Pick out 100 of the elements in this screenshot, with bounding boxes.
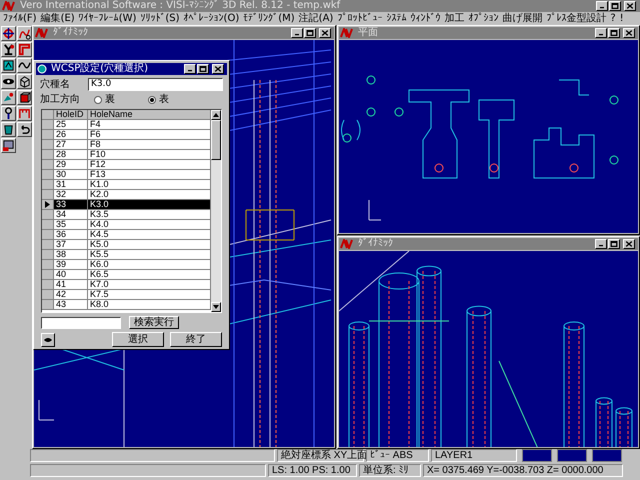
scrollbar[interactable] (211, 110, 221, 312)
close-button[interactable] (319, 28, 331, 38)
table-cell[interactable]: F10 (88, 150, 211, 160)
column-header[interactable]: HoleName (88, 110, 211, 120)
row-header[interactable] (42, 200, 54, 210)
column-header[interactable]: HoleID (54, 110, 88, 120)
dialog-button[interactable]: 選択 (112, 332, 164, 347)
menu-item[interactable]: ｵﾍﾟﾚｰｼｮﾝ(O) (184, 14, 240, 24)
table-cell[interactable]: K3.5 (88, 210, 211, 220)
box-icon (18, 91, 31, 104)
menu-item[interactable]: ﾌﾟﾛｯﾄﾋﾞｭｰ (337, 14, 382, 24)
table-cell[interactable]: 30 (54, 170, 88, 180)
table-cell[interactable]: 25 (54, 120, 88, 130)
maximize-button[interactable] (609, 1, 621, 11)
table-cell[interactable]: 42 (54, 290, 88, 300)
table-cell[interactable]: F8 (88, 140, 211, 150)
table-cell[interactable]: K2.0 (88, 190, 211, 200)
search-button[interactable]: 検索実行 (129, 316, 179, 329)
close-button[interactable] (212, 64, 224, 74)
maximize-button[interactable] (304, 28, 316, 38)
tool-button[interactable] (17, 42, 32, 57)
minimize-button[interactable] (184, 64, 196, 74)
table-cell[interactable]: K3.0 (88, 200, 211, 210)
table-cell[interactable]: 40 (54, 270, 88, 280)
table-cell[interactable]: 35 (54, 220, 88, 230)
table-cell[interactable]: 31 (54, 180, 88, 190)
menu-item[interactable]: ? (610, 14, 616, 24)
maximize-button[interactable] (608, 28, 620, 38)
menu-item[interactable]: 注記(A) (298, 14, 334, 24)
table-cell[interactable]: 39 (54, 260, 88, 270)
menu-item[interactable]: ﾓﾃﾞﾘﾝｸﾞ(M) (243, 14, 295, 24)
tool-button[interactable] (1, 26, 16, 41)
table-cell[interactable]: 37 (54, 240, 88, 250)
view-title: 平面 (358, 28, 378, 38)
table-cell[interactable]: 43 (54, 300, 88, 310)
table-cell[interactable]: K1.0 (88, 180, 211, 190)
table-cell[interactable]: F12 (88, 160, 211, 170)
menu-item[interactable]: ﾌｧｲﾙ(F) (3, 14, 37, 24)
table-cell[interactable]: 27 (54, 140, 88, 150)
table-cell[interactable]: K7.5 (88, 290, 211, 300)
table-cell[interactable]: 34 (54, 210, 88, 220)
table-cell[interactable]: K8.0 (88, 300, 211, 310)
menu-item[interactable]: ﾌﾟﾚｽ金型設計 (546, 14, 606, 24)
menu-item[interactable]: ｵﾌﾟｼｮﾝ (468, 14, 498, 24)
hole-type-field[interactable]: K3.0 (88, 78, 223, 91)
circle-icon (37, 64, 47, 74)
menu-item[interactable]: ｳｨﾝﾄﾞｳ (410, 14, 440, 24)
menu-item[interactable]: ! (620, 14, 624, 24)
radio-button[interactable]: 表 (148, 95, 188, 105)
eye-icon (43, 336, 53, 344)
table-cell[interactable]: K4.0 (88, 220, 211, 230)
radio-button[interactable]: 裏 (94, 95, 134, 105)
menu-item[interactable]: ｿﾘｯﾄﾞ(S) (140, 14, 180, 24)
table-cell[interactable]: K5.0 (88, 240, 211, 250)
minimize-button[interactable] (596, 1, 608, 11)
close-icon (625, 2, 635, 10)
icon-button[interactable] (41, 332, 55, 346)
search-field[interactable] (41, 316, 121, 328)
screen-icon (2, 139, 15, 152)
table-cell[interactable]: 32 (54, 190, 88, 200)
logo-icon (340, 239, 354, 249)
table-cell[interactable]: 33 (54, 200, 88, 210)
table-cell[interactable]: F4 (88, 120, 211, 130)
table-cell[interactable]: 38 (54, 250, 88, 260)
table-cell[interactable]: K7.0 (88, 280, 211, 290)
table-cell[interactable]: 28 (54, 150, 88, 160)
close-icon (213, 65, 223, 73)
menu-item[interactable]: 編集(E) (40, 14, 75, 24)
menu-item[interactable]: ﾜｲﾔｰﾌﾚｰﾑ(W) (78, 14, 136, 24)
table-cell[interactable]: K4.5 (88, 230, 211, 240)
minimize-button[interactable] (291, 28, 303, 38)
table-cell[interactable]: K6.0 (88, 260, 211, 270)
status-text: 絶対座標系 XY上面 (277, 449, 364, 462)
status-indicator (557, 449, 587, 462)
maximize-icon (305, 29, 315, 37)
minimize-button[interactable] (595, 28, 607, 38)
dialog-button[interactable]: 終了 (170, 332, 222, 347)
minimize-button[interactable] (595, 239, 607, 249)
close-button[interactable] (624, 1, 636, 11)
table-cell[interactable]: F6 (88, 130, 211, 140)
close-icon (624, 29, 634, 37)
status-text: X= 0375.469 Y=-0038.703 Z= 0000.000 (423, 464, 623, 477)
table-cell[interactable]: 26 (54, 130, 88, 140)
table-cell[interactable]: 36 (54, 230, 88, 240)
scrollbar-thumb[interactable] (211, 120, 221, 160)
menu-item[interactable]: 加工 (444, 14, 464, 24)
table-cell[interactable]: K5.5 (88, 250, 211, 260)
close-button[interactable] (623, 239, 635, 249)
table-cell[interactable]: F13 (88, 170, 211, 180)
curve-icon (18, 27, 31, 40)
maximize-button[interactable] (608, 239, 620, 249)
table-cell[interactable]: 41 (54, 280, 88, 290)
maximize-button[interactable] (197, 64, 209, 74)
table-cell[interactable]: 29 (54, 160, 88, 170)
menu-item[interactable]: 曲げ展開 (502, 14, 542, 24)
close-button[interactable] (623, 28, 635, 38)
status-text: LAYER1 (431, 449, 517, 462)
close-icon (624, 240, 634, 248)
table-cell[interactable]: K6.5 (88, 270, 211, 280)
menu-item[interactable]: ｼｽﾃﾑ (386, 14, 406, 24)
